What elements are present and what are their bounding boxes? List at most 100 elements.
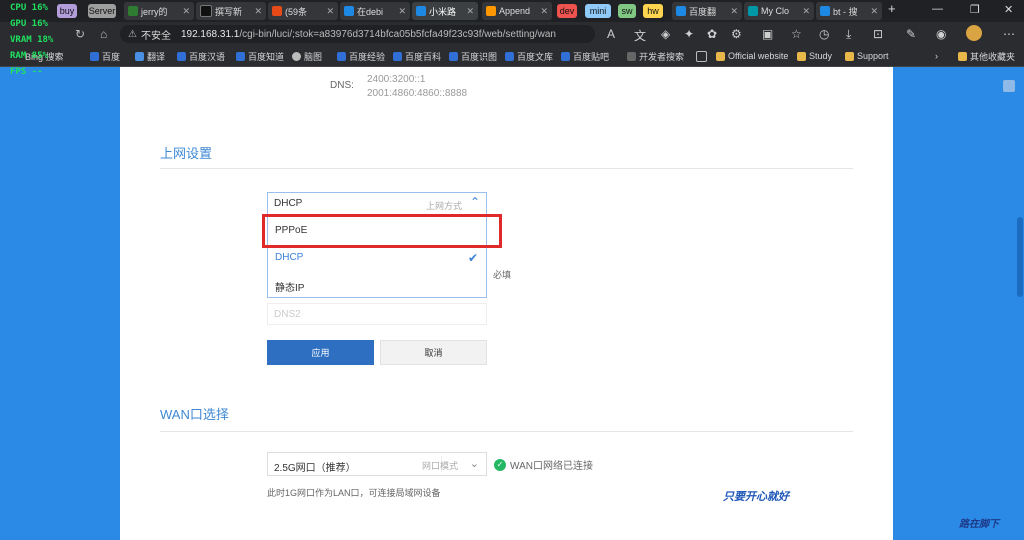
close-icon[interactable]: ✕ xyxy=(395,6,406,17)
shield-icon[interactable]: ◈ xyxy=(661,27,670,41)
tab-hw[interactable]: hw xyxy=(643,4,663,18)
restore-button[interactable]: ❐ xyxy=(970,3,980,16)
bookmark-item[interactable]: 百度贴吧 xyxy=(561,49,609,63)
home-icon[interactable]: ⌂ xyxy=(100,27,107,41)
bookmark-item[interactable]: 百度文库 xyxy=(505,49,553,63)
favorites-icon[interactable]: ☆ xyxy=(791,27,802,41)
history-icon[interactable]: ◷ xyxy=(819,27,829,41)
ram-readout: RAM 85% xyxy=(10,51,48,61)
chevron-right-icon: › xyxy=(935,51,938,61)
paw-icon xyxy=(449,51,458,61)
paw-icon xyxy=(90,51,99,61)
bookmark-folder[interactable]: Official website xyxy=(716,49,788,63)
bookmark-item[interactable]: 脑图 xyxy=(292,49,322,63)
sidebar-icon[interactable] xyxy=(1003,80,1015,92)
apply-button[interactable]: 应用 xyxy=(267,340,374,365)
extensions-icon[interactable]: ⚙ xyxy=(731,27,742,41)
chevron-up-icon[interactable]: ⌃ xyxy=(470,195,480,209)
tab-bt-search[interactable]: bt - 搜 ✕ xyxy=(816,2,882,20)
other-favorites-folder[interactable]: 其他收藏夹 xyxy=(958,49,1015,63)
bookmark-folder[interactable]: Support xyxy=(845,49,889,63)
url-host: 192.168.31.1 xyxy=(180,28,240,40)
wan-status-text: WAN口网络已连接 xyxy=(510,461,593,472)
bookmark-item[interactable] xyxy=(696,49,710,63)
paw-icon xyxy=(561,51,570,61)
screenshot-icon[interactable]: ⊡ xyxy=(873,27,883,41)
bookmark-item[interactable]: 百度百科 xyxy=(393,49,441,63)
folder-icon xyxy=(797,51,806,61)
close-icon[interactable]: ✕ xyxy=(867,6,878,17)
tab-messages[interactable]: (59条 ✕ xyxy=(268,2,338,20)
bookmark-item[interactable]: 百度 xyxy=(90,49,120,63)
mindmap-icon xyxy=(292,51,301,61)
more-menu-icon[interactable]: ⋯ xyxy=(1003,27,1015,41)
bookmark-item[interactable]: 翻译 xyxy=(135,49,165,63)
close-icon[interactable]: ✕ xyxy=(323,6,334,17)
bookmark-item[interactable]: 百度知道 xyxy=(236,49,284,63)
close-icon[interactable]: ✕ xyxy=(799,6,810,17)
scrollbar[interactable] xyxy=(1014,67,1024,540)
copilot-icon[interactable]: ◉ xyxy=(936,27,946,41)
connection-type-select[interactable]: DHCP 上网方式 ⌃ xyxy=(267,192,487,214)
lan-note: 此时1G网口作为LAN口，可连接局域网设备 xyxy=(267,488,441,498)
select-hint: 上网方式 xyxy=(425,201,462,211)
bookmark-label: 脑图 xyxy=(304,51,323,62)
tab-sw[interactable]: sw xyxy=(618,4,636,18)
tab-label: Append xyxy=(499,6,531,16)
tab-debian[interactable]: 在debi ✕ xyxy=(340,2,410,20)
minimize-button[interactable]: — xyxy=(932,3,943,15)
option-static-ip[interactable]: 静态IP xyxy=(275,279,304,294)
translate-icon[interactable]: 文 xyxy=(634,27,646,44)
tab-label: (59条 xyxy=(285,6,308,17)
paw-icon xyxy=(177,51,186,61)
bookmark-item[interactable]: 开发者搜索 xyxy=(627,49,684,63)
bookmark-item[interactable]: 百度经验 xyxy=(337,49,385,63)
extension-icon[interactable]: ✦ xyxy=(684,27,694,41)
bookmark-label: 其他收藏夹 xyxy=(970,51,1016,62)
read-aloud-icon[interactable]: A xyxy=(607,27,615,41)
close-window-button[interactable]: ✕ xyxy=(1004,3,1013,16)
tab-label: 在debi xyxy=(357,6,384,17)
bookmark-label: 百度知道 xyxy=(248,51,285,62)
tab-xiaomi-router[interactable]: 小米路 ✕ xyxy=(412,2,478,20)
tab-baidu-translate[interactable]: 百度翻 ✕ xyxy=(672,2,742,20)
tab-my-cloud[interactable]: My Clo ✕ xyxy=(744,2,814,20)
scrollbar-thumb[interactable] xyxy=(1017,217,1023,297)
tab-dev[interactable]: dev xyxy=(557,4,577,18)
gpu-readout: GPU 16% xyxy=(10,19,48,29)
option-dhcp[interactable]: DHCP xyxy=(275,252,303,263)
address-bar-row: ↻ ⌂ ⚠ 不安全 192.168.31.1 /cgi-bin/luci/;st… xyxy=(0,22,1024,46)
address-bar[interactable]: ⚠ 不安全 192.168.31.1 /cgi-bin/luci/;stok=a… xyxy=(120,25,595,43)
dns2-input[interactable]: DNS2 xyxy=(267,303,487,325)
bookmark-label: 百度贴吧 xyxy=(573,51,610,62)
tab-server[interactable]: Server xyxy=(88,4,116,18)
close-icon[interactable]: ✕ xyxy=(179,6,190,17)
wan-port-select[interactable]: 2.5G网口（推荐） 网口模式 ⌄ xyxy=(267,452,487,476)
bookmark-item[interactable]: 百度汉语 xyxy=(177,49,225,63)
close-icon[interactable]: ✕ xyxy=(251,6,262,17)
puzzle-icon[interactable]: ✿ xyxy=(707,27,717,41)
edit-icon[interactable]: ✎ xyxy=(906,27,916,41)
tab-jerry[interactable]: jerry的 ✕ xyxy=(124,2,194,20)
tab-label: 小米路 xyxy=(429,6,457,17)
tab-mini[interactable]: mini xyxy=(585,4,611,18)
split-screen-icon[interactable]: ▣ xyxy=(762,27,773,41)
tab-append[interactable]: Append ✕ xyxy=(482,2,552,20)
close-icon[interactable]: ✕ xyxy=(537,6,548,17)
bookmark-item[interactable]: 百度识图 xyxy=(449,49,497,63)
download-icon[interactable]: ⤓ xyxy=(846,27,851,42)
tab-favicon-icon xyxy=(272,6,282,16)
bookmark-folder[interactable]: Study xyxy=(797,49,832,63)
bookmarks-more-button[interactable]: › xyxy=(935,49,938,63)
close-icon[interactable]: ✕ xyxy=(463,6,474,17)
bookmark-label: 百度文库 xyxy=(517,51,554,62)
tab-compose[interactable]: 撰写新 ✕ xyxy=(196,2,266,20)
chevron-down-icon[interactable]: ⌄ xyxy=(470,457,479,470)
avatar[interactable] xyxy=(966,25,982,41)
new-tab-button[interactable]: + xyxy=(888,1,896,16)
select-value: DHCP xyxy=(274,198,303,209)
folder-icon xyxy=(627,51,636,61)
cancel-button[interactable]: 取消 xyxy=(380,340,487,365)
paw-icon xyxy=(393,51,402,61)
close-icon[interactable]: ✕ xyxy=(727,6,738,17)
